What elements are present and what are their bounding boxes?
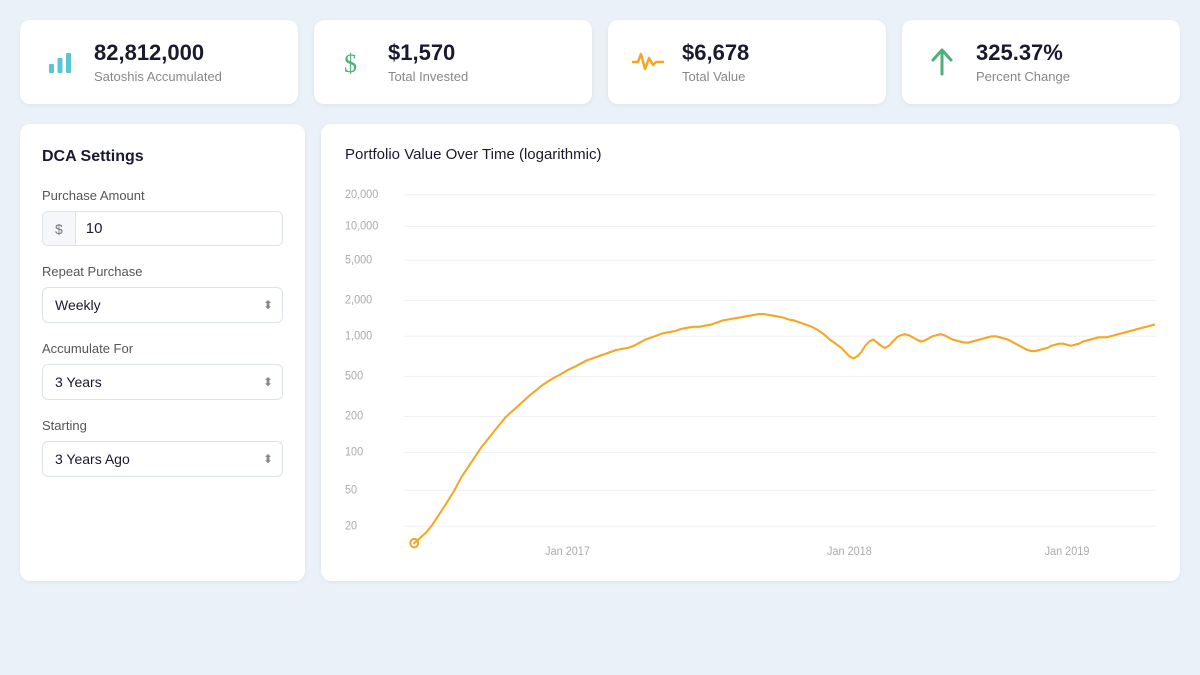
svg-text:Jan 2019: Jan 2019 bbox=[1045, 546, 1090, 558]
repeat-purchase-label: Repeat Purchase bbox=[42, 264, 283, 279]
svg-text:200: 200 bbox=[345, 411, 363, 423]
purchase-amount-field[interactable]: $ .00 bbox=[42, 211, 283, 246]
starting-group: Starting 1 Year Ago 2 Years Ago 3 Years … bbox=[42, 418, 283, 477]
dollar-icon: $ bbox=[336, 44, 372, 80]
svg-text:100: 100 bbox=[345, 447, 363, 459]
percent-change-label: Percent Change bbox=[976, 69, 1070, 84]
chart-line bbox=[414, 315, 1154, 544]
accumulate-for-wrapper[interactable]: 1 Year 2 Years 3 Years 4 Years 5 Years ⬍ bbox=[42, 364, 283, 400]
repeat-purchase-group: Repeat Purchase Daily Weekly Monthly ⬍ bbox=[42, 264, 283, 323]
total-value-value: $6,678 bbox=[682, 40, 749, 66]
main-layout: DCA Settings Purchase Amount $ .00 Repea… bbox=[20, 124, 1180, 581]
invested-card: $ $1,570 Total Invested bbox=[314, 20, 592, 104]
purchase-amount-group: Purchase Amount $ .00 bbox=[42, 188, 283, 246]
chart-svg: 20,000 10,000 5,000 2,000 1,000 500 200 … bbox=[345, 179, 1156, 559]
chart-title: Portfolio Value Over Time (logarithmic) bbox=[345, 146, 1156, 163]
svg-text:20,000: 20,000 bbox=[345, 189, 378, 201]
invested-content: $1,570 Total Invested bbox=[388, 40, 468, 84]
starting-select[interactable]: 1 Year Ago 2 Years Ago 3 Years Ago 4 Yea… bbox=[42, 441, 283, 477]
invested-value: $1,570 bbox=[388, 40, 468, 66]
total-value-content: $6,678 Total Value bbox=[682, 40, 749, 84]
arrow-up-icon bbox=[924, 44, 960, 80]
settings-panel: DCA Settings Purchase Amount $ .00 Repea… bbox=[20, 124, 305, 581]
satoshis-card: 82,812,000 Satoshis Accumulated bbox=[20, 20, 298, 104]
starting-wrapper[interactable]: 1 Year Ago 2 Years Ago 3 Years Ago 4 Yea… bbox=[42, 441, 283, 477]
purchase-amount-input[interactable] bbox=[76, 212, 283, 245]
svg-text:Jan 2018: Jan 2018 bbox=[827, 546, 872, 558]
accumulate-for-group: Accumulate For 1 Year 2 Years 3 Years 4 … bbox=[42, 341, 283, 400]
svg-text:5,000: 5,000 bbox=[345, 255, 372, 267]
total-value-label: Total Value bbox=[682, 69, 749, 84]
accumulate-for-select[interactable]: 1 Year 2 Years 3 Years 4 Years 5 Years bbox=[42, 364, 283, 400]
satoshis-value: 82,812,000 bbox=[94, 40, 222, 66]
svg-text:500: 500 bbox=[345, 371, 363, 383]
svg-text:Jan 2017: Jan 2017 bbox=[545, 546, 590, 558]
svg-text:20: 20 bbox=[345, 521, 357, 533]
purchase-amount-label: Purchase Amount bbox=[42, 188, 283, 203]
accumulate-for-label: Accumulate For bbox=[42, 341, 283, 356]
starting-label: Starting bbox=[42, 418, 283, 433]
svg-text:10,000: 10,000 bbox=[345, 221, 378, 233]
percent-change-value: 325.37% bbox=[976, 40, 1070, 66]
percent-change-card: 325.37% Percent Change bbox=[902, 20, 1180, 104]
settings-title: DCA Settings bbox=[42, 148, 283, 166]
repeat-purchase-select[interactable]: Daily Weekly Monthly bbox=[42, 287, 283, 323]
chart-area: 20,000 10,000 5,000 2,000 1,000 500 200 … bbox=[345, 179, 1156, 559]
invested-label: Total Invested bbox=[388, 69, 468, 84]
satoshis-content: 82,812,000 Satoshis Accumulated bbox=[94, 40, 222, 84]
repeat-purchase-wrapper[interactable]: Daily Weekly Monthly ⬍ bbox=[42, 287, 283, 323]
top-cards-section: 82,812,000 Satoshis Accumulated $ $1,570… bbox=[20, 20, 1180, 104]
svg-text:2,000: 2,000 bbox=[345, 295, 372, 307]
percent-change-content: 325.37% Percent Change bbox=[976, 40, 1070, 84]
purchase-amount-prefix: $ bbox=[43, 212, 76, 245]
pulse-icon bbox=[630, 44, 666, 80]
bar-chart-icon bbox=[42, 44, 78, 80]
svg-text:$: $ bbox=[344, 49, 357, 78]
satoshis-label: Satoshis Accumulated bbox=[94, 69, 222, 84]
chart-panel: Portfolio Value Over Time (logarithmic) … bbox=[321, 124, 1180, 581]
svg-text:1,000: 1,000 bbox=[345, 331, 372, 343]
total-value-card: $6,678 Total Value bbox=[608, 20, 886, 104]
svg-text:50: 50 bbox=[345, 485, 357, 497]
